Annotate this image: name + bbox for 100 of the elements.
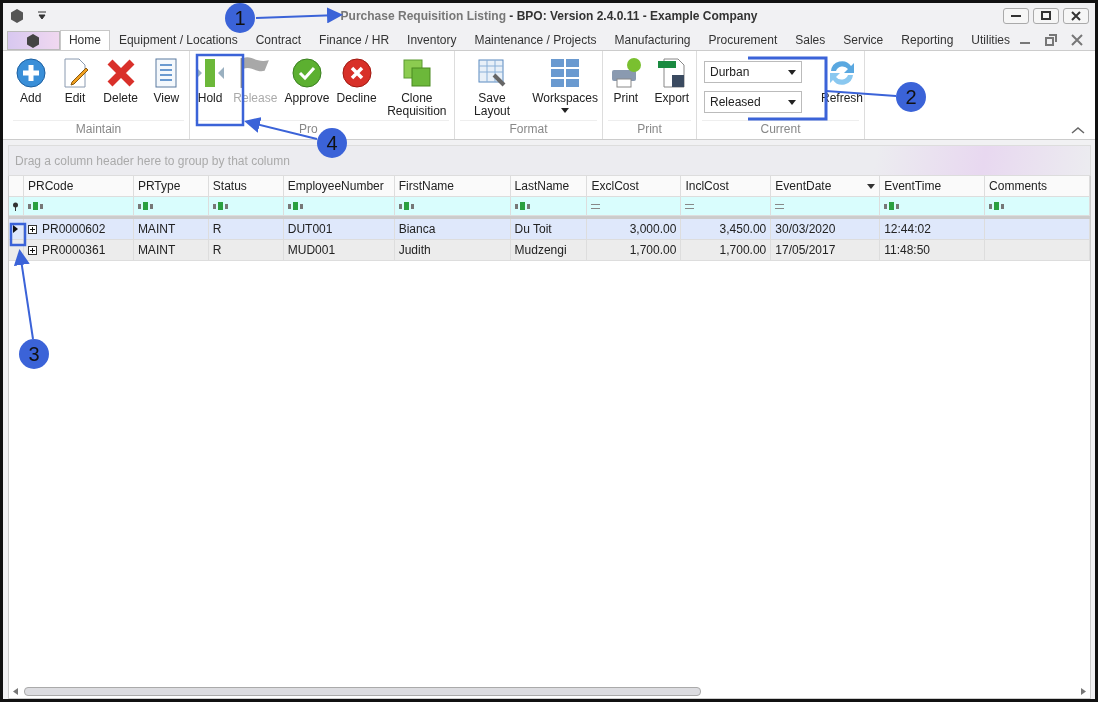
app-logo-icon[interactable] bbox=[9, 7, 25, 24]
column-header[interactable]: PRType bbox=[133, 176, 209, 197]
table-row[interactable]: PR0000361 MAINT R MUD001 Judith Mudzengi 1,700.00 1,700.00 17/05/2017 11:48:50 bbox=[9, 240, 1090, 261]
table-cell: Mudzengi bbox=[514, 243, 567, 257]
close-button[interactable] bbox=[1063, 7, 1089, 24]
scrollbar-thumb[interactable] bbox=[24, 686, 701, 696]
ribbon-tab[interactable]: Reporting bbox=[892, 30, 963, 50]
text-filter-icon[interactable] bbox=[137, 202, 153, 210]
ribbon-button[interactable]: Add bbox=[11, 55, 50, 107]
dropdown-field[interactable]: Durban bbox=[704, 61, 802, 83]
plus-icon bbox=[14, 57, 47, 89]
table-cell: Du Toit bbox=[514, 222, 552, 236]
expand-icon[interactable] bbox=[28, 224, 37, 234]
table-cell: MAINT bbox=[137, 243, 176, 257]
table-cell: PR0000361 bbox=[42, 243, 106, 257]
text-filter-icon[interactable] bbox=[514, 202, 530, 210]
maximize-button[interactable] bbox=[1033, 7, 1059, 24]
filter-pin-icon bbox=[12, 201, 20, 211]
maximize-icon bbox=[1041, 10, 1051, 21]
equals-filter-icon[interactable] bbox=[591, 203, 601, 209]
table-cell: 11:48:50 bbox=[884, 243, 930, 257]
ribbon-button[interactable]: Export bbox=[651, 55, 693, 107]
table-cell: 17/05/2017 bbox=[775, 243, 836, 257]
caret-icon bbox=[788, 69, 796, 75]
printer-icon bbox=[609, 57, 642, 89]
column-header[interactable]: Comments bbox=[985, 176, 1090, 197]
minimize-button[interactable] bbox=[1003, 7, 1029, 24]
row-indicator-icon bbox=[13, 225, 19, 233]
text-filter-icon[interactable] bbox=[287, 202, 303, 210]
column-header[interactable]: EmployeeNumber bbox=[283, 176, 395, 197]
ribbon-button[interactable]: Clone Requisition bbox=[380, 55, 453, 120]
ribbon-tab[interactable]: Contract bbox=[246, 30, 311, 50]
table-cell: MAINT bbox=[137, 222, 176, 236]
expand-icon[interactable] bbox=[28, 245, 37, 255]
ribbon-button[interactable]: Edit bbox=[56, 55, 94, 107]
column-header[interactable]: EventTime bbox=[880, 176, 986, 197]
table-row[interactable]: PR0000602 MAINT R DUT001 Bianca Du Toit 3,000.00 3,450.00 30/03/2020 12:44:02 bbox=[9, 219, 1090, 240]
ribbon-button[interactable]: View bbox=[147, 55, 186, 107]
group-label: Format bbox=[509, 122, 548, 136]
table-cell: 1,700.00 bbox=[629, 243, 677, 257]
group-label: Maintain bbox=[75, 122, 122, 136]
scroll-right-icon[interactable] bbox=[1081, 687, 1086, 695]
text-filter-icon[interactable] bbox=[989, 202, 1005, 210]
ribbon-tab[interactable]: Procurement bbox=[699, 30, 787, 50]
caret-icon bbox=[788, 99, 796, 105]
ribbon-tab[interactable]: Utilities bbox=[962, 30, 1019, 50]
ribbon-button[interactable]: Print bbox=[606, 55, 645, 107]
ribbon-tab[interactable]: Equipment / Locations bbox=[109, 30, 247, 50]
close-icon[interactable] bbox=[1071, 34, 1083, 46]
close-icon bbox=[1071, 10, 1081, 21]
column-header[interactable]: ExclCost bbox=[587, 176, 682, 197]
ribbon-tab[interactable]: Home bbox=[59, 30, 110, 50]
text-filter-icon[interactable] bbox=[398, 202, 414, 210]
ribbon-tab[interactable]: Sales bbox=[786, 30, 835, 50]
column-header[interactable]: PRCode bbox=[24, 176, 134, 197]
equals-filter-icon[interactable] bbox=[685, 203, 695, 209]
ribbon-tab[interactable]: Service bbox=[834, 30, 893, 50]
text-filter-icon[interactable] bbox=[28, 202, 43, 210]
ribbon-button[interactable]: Hold bbox=[191, 55, 230, 107]
column-header[interactable]: EventDate bbox=[771, 176, 881, 197]
restore-icon[interactable] bbox=[1045, 34, 1057, 46]
ribbon-button[interactable]: Workspaces bbox=[529, 55, 601, 115]
column-header[interactable]: Status bbox=[208, 176, 284, 197]
ribbon-button[interactable]: Delete bbox=[100, 55, 141, 107]
table-cell: 30/03/2020 bbox=[775, 222, 836, 236]
quick-access-caret-icon[interactable] bbox=[37, 11, 47, 20]
minimize-icon bbox=[1011, 14, 1021, 17]
table-cell: 3,000.00 bbox=[629, 222, 677, 236]
ribbon-tab[interactable]: Finance / HR bbox=[310, 30, 399, 50]
dropdown-field[interactable]: Released bbox=[704, 91, 802, 113]
ribbon-button[interactable]: Approve bbox=[281, 55, 333, 107]
table-cell: R bbox=[212, 243, 222, 257]
table-cell: R bbox=[212, 222, 222, 236]
table-cell: Bianca bbox=[398, 222, 436, 236]
ribbon-button[interactable]: Save Layout bbox=[456, 55, 529, 120]
spreadsheet-export-icon bbox=[655, 57, 688, 89]
callout-badge: 1 bbox=[225, 3, 255, 33]
column-header[interactable]: InclCost bbox=[681, 176, 772, 197]
text-filter-icon[interactable] bbox=[212, 202, 228, 210]
group-panel-hint: Drag a column header here to group by that column bbox=[15, 153, 290, 168]
table-cell: 12:44:02 bbox=[884, 222, 931, 236]
application-menu-button[interactable] bbox=[7, 31, 60, 50]
equals-filter-icon[interactable] bbox=[775, 203, 785, 209]
group-label: Pro bbox=[299, 122, 318, 136]
cancel-icon bbox=[340, 57, 373, 89]
caret-icon bbox=[561, 108, 570, 113]
column-header[interactable]: LastName bbox=[510, 176, 588, 197]
scroll-left-icon[interactable] bbox=[13, 687, 18, 695]
ribbon-tab[interactable]: Manufacturing bbox=[605, 30, 700, 50]
ribbon-button[interactable]: Decline bbox=[333, 55, 380, 107]
column-header[interactable]: FirstName bbox=[394, 176, 511, 197]
collapse-ribbon-icon[interactable] bbox=[1071, 125, 1085, 135]
window-title: Purchase Requisition Listing - BPO: Version 2.4.0.11 - Example Company bbox=[340, 8, 758, 23]
table-cell: MUD001 bbox=[287, 243, 336, 257]
table-cell: PR0000602 bbox=[42, 222, 106, 236]
text-filter-icon[interactable] bbox=[884, 202, 900, 210]
copy-icon bbox=[400, 57, 433, 89]
table-cell: 1,700.00 bbox=[719, 243, 767, 257]
ribbon-tab[interactable]: Inventory bbox=[398, 30, 466, 50]
ribbon-tab[interactable]: Maintenance / Projects bbox=[465, 30, 606, 50]
